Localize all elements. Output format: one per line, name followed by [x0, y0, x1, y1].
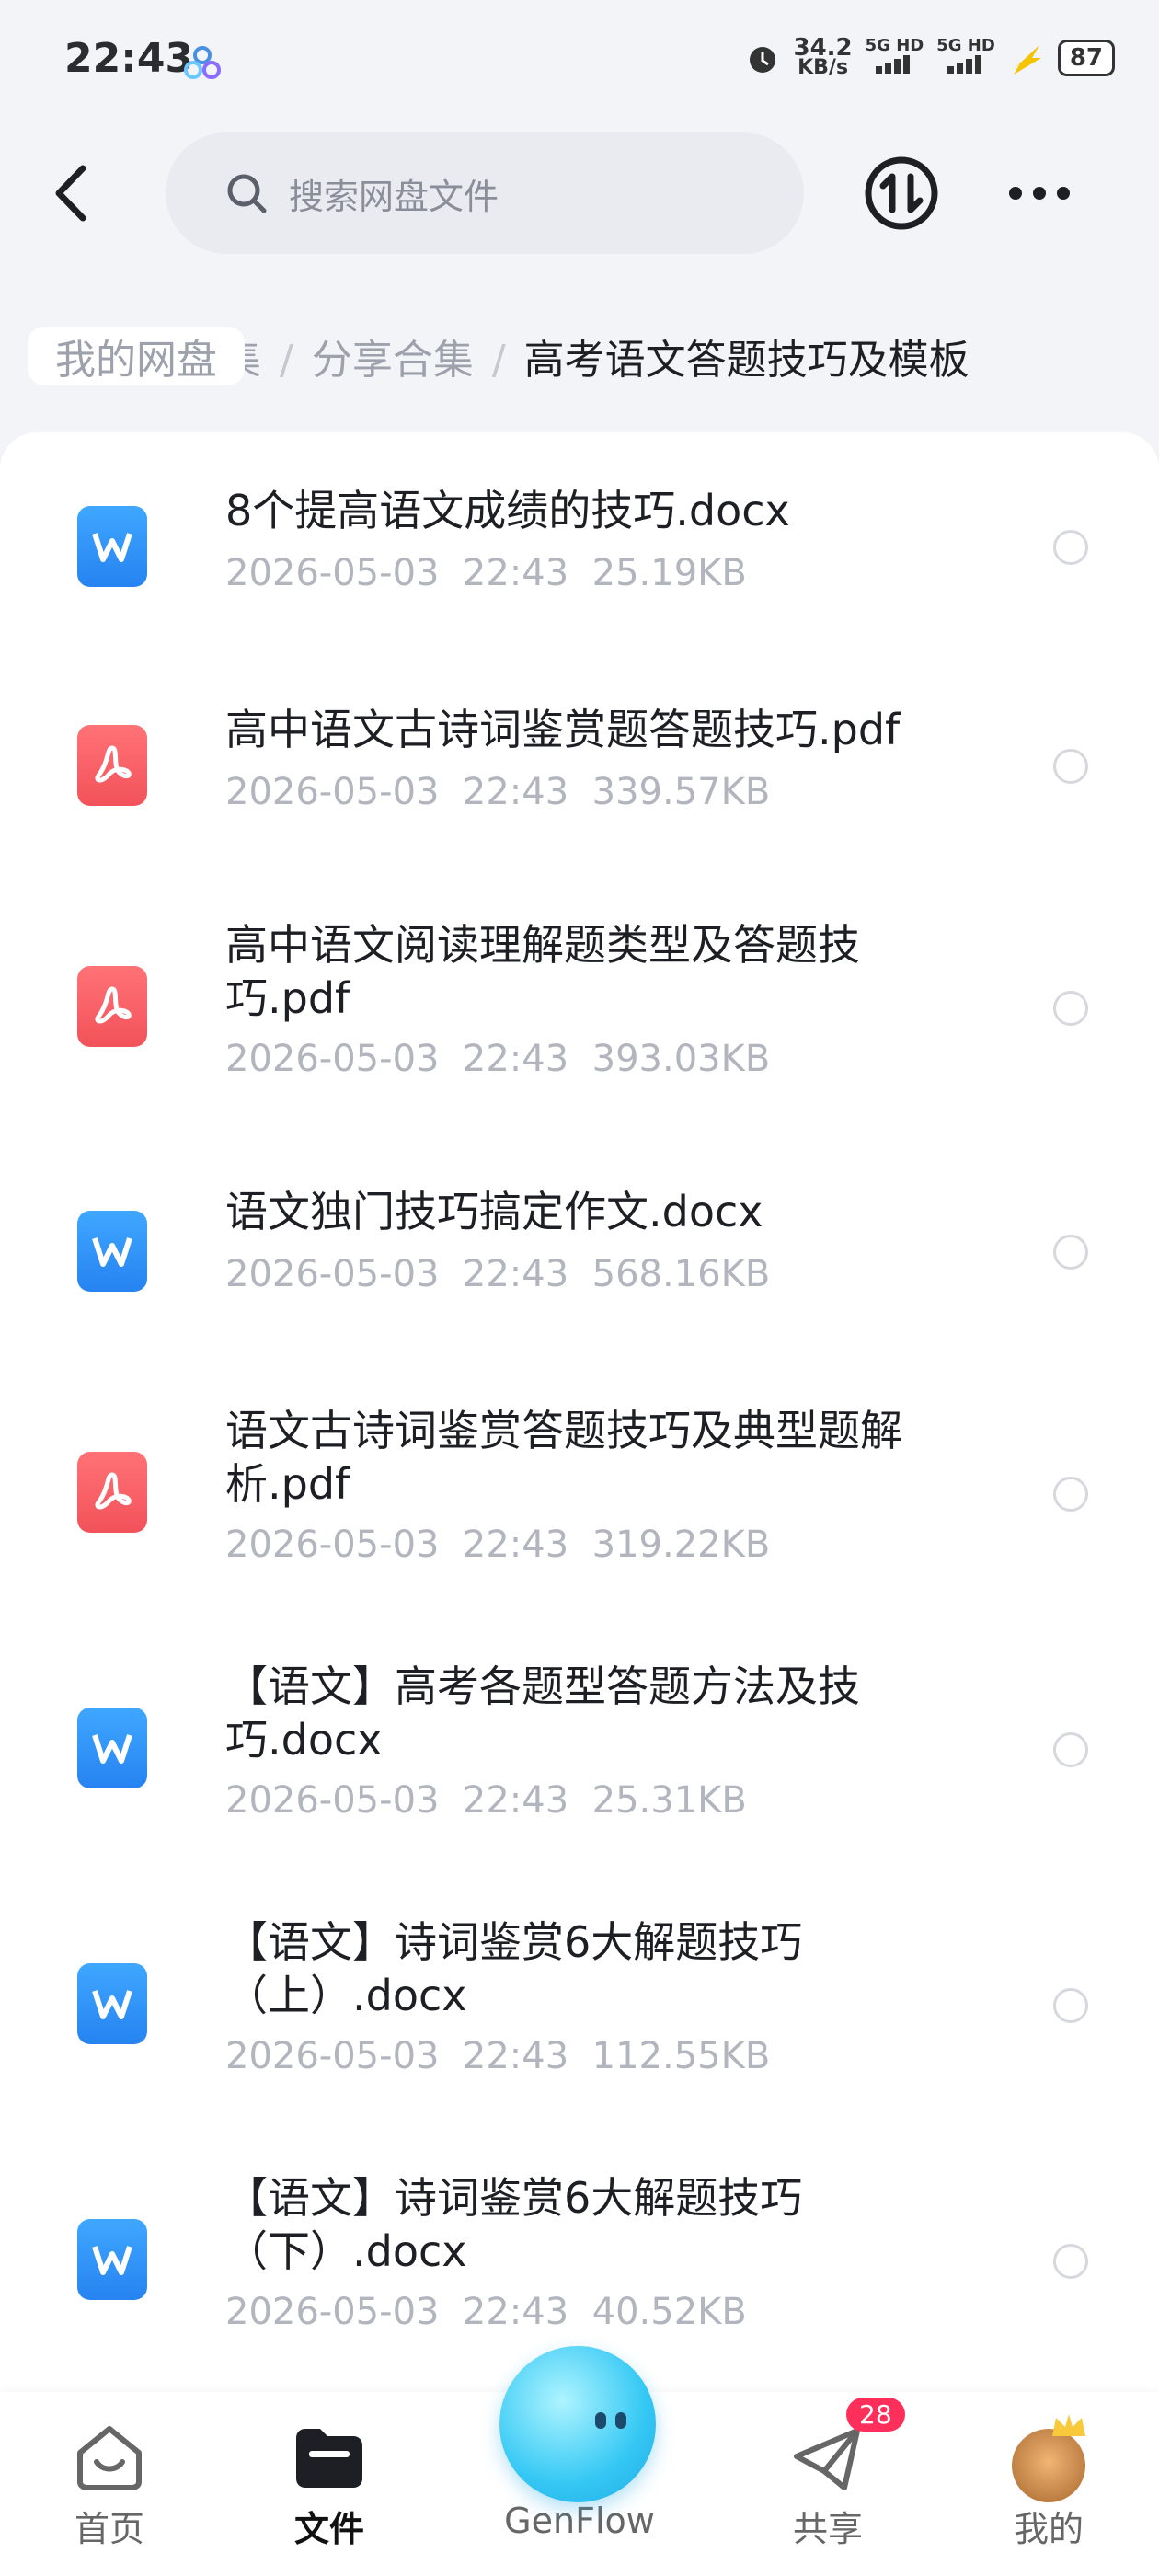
- file-list: 8个提高语文成绩的技巧.docx 2026-05-03 22:43 25.19K…: [0, 432, 1159, 2392]
- paper-plane-icon: [794, 2428, 860, 2490]
- home-icon: [77, 2426, 142, 2490]
- file-meta: 2026-05-03 22:43 568.16KB: [225, 1253, 771, 1295]
- pdf-file-icon: [77, 725, 147, 806]
- word-file-icon: [77, 1963, 147, 2044]
- select-radio[interactable]: [1053, 1235, 1088, 1270]
- crown-icon: [1052, 2414, 1085, 2436]
- breadcrumb: 我的网盘合集/分享合集/高考语文答题技巧及模板: [28, 327, 1159, 391]
- status-time: 22:43: [64, 35, 194, 82]
- file-meta: 2026-05-03 22:43 112.55KB: [225, 2035, 771, 2077]
- share-badge: 28: [846, 2398, 905, 2432]
- file-meta: 2026-05-03 22:43 319.22KB: [225, 1524, 771, 1566]
- word-file-icon: [77, 2219, 147, 2300]
- more-icon[interactable]: [1003, 175, 1076, 212]
- alarm-icon: [749, 46, 775, 73]
- select-radio[interactable]: [1053, 749, 1088, 784]
- breadcrumb-share[interactable]: 分享合集: [312, 337, 474, 384]
- select-radio[interactable]: [1053, 1732, 1088, 1767]
- file-name: 【语文】诗词鉴赏6大解题技巧（上）.docx: [225, 1917, 803, 2020]
- status-indicators: 34.2 KB/s 5G HD 5G HD 87: [744, 33, 1115, 79]
- select-radio[interactable]: [1053, 991, 1088, 1026]
- tab-genflow-label: GenFlow: [504, 2501, 655, 2541]
- tab-mine-label: 我的: [1013, 2509, 1084, 2549]
- network-speed: 34.2 KB/s: [793, 33, 853, 79]
- file-meta: 2026-05-03 22:43 25.19KB: [225, 552, 747, 594]
- file-meta: 2026-05-03 22:43 393.03KB: [225, 1038, 771, 1080]
- genflow-mascot-icon[interactable]: [499, 2346, 656, 2502]
- mascot-eye: [595, 2412, 606, 2429]
- signal-bars-icon: [947, 55, 982, 74]
- file-name: 语文独门技巧搞定作文.docx: [225, 1187, 763, 1236]
- search-input[interactable]: 搜索网盘文件: [166, 132, 804, 254]
- bottom-tab-bar: 首页 文件 GenFlow 共享 28 我的: [0, 2346, 1159, 2576]
- breadcrumb-separator: /: [491, 337, 506, 384]
- search-placeholder: 搜索网盘文件: [289, 176, 499, 217]
- select-radio[interactable]: [1053, 2244, 1088, 2279]
- battery-level: 87: [1057, 39, 1115, 76]
- tab-home[interactable]: 首页: [17, 2392, 201, 2576]
- word-file-icon: [77, 506, 147, 587]
- folder-icon: [296, 2429, 362, 2488]
- transfer-icon[interactable]: [863, 155, 940, 232]
- app-notification-icon: [184, 46, 221, 79]
- breadcrumb-current: 高考语文答题技巧及模板: [523, 337, 970, 384]
- tab-home-label: 首页: [74, 2509, 144, 2549]
- tab-files-label: 文件: [293, 2509, 364, 2549]
- signal-2: 5G HD: [936, 37, 995, 78]
- file-name: 高中语文古诗词鉴赏题答题技巧.pdf: [225, 705, 901, 754]
- tab-share-label: 共享: [792, 2509, 863, 2549]
- file-name: 8个提高语文成绩的技巧.docx: [225, 486, 790, 535]
- signal-1: 5G HD: [866, 37, 924, 78]
- charging-icon: [1011, 44, 1041, 75]
- select-radio[interactable]: [1053, 530, 1088, 565]
- file-name: 【语文】高考各题型答题方法及技巧.docx: [225, 1662, 860, 1765]
- status-bar: 22:43 34.2 KB/s 5G HD 5G HD 87: [0, 0, 1159, 120]
- breadcrumb-separator: /: [280, 337, 293, 384]
- top-bar: 搜索网盘文件: [0, 129, 1159, 258]
- file-meta: 2026-05-03 22:43 339.57KB: [225, 771, 771, 813]
- select-radio[interactable]: [1053, 1477, 1088, 1512]
- word-file-icon: [77, 1708, 147, 1788]
- breadcrumb-root[interactable]: 我的网盘: [28, 327, 245, 385]
- file-name: 语文古诗词鉴赏答题技巧及典型题解析.pdf: [225, 1406, 902, 1509]
- select-radio[interactable]: [1053, 1988, 1088, 2023]
- signal-bars-icon: [876, 55, 911, 74]
- word-file-icon: [77, 1211, 147, 1292]
- file-name: 【语文】诗词鉴赏6大解题技巧（下）.docx: [225, 2173, 803, 2276]
- tab-files[interactable]: 文件: [237, 2392, 421, 2576]
- mascot-eye: [615, 2412, 626, 2429]
- back-arrow-icon[interactable]: [46, 161, 101, 225]
- avatar[interactable]: [1012, 2414, 1085, 2502]
- search-icon: [227, 174, 267, 213]
- file-meta: 2026-05-03 22:43 40.52KB: [225, 2291, 747, 2333]
- pdf-file-icon: [77, 966, 147, 1047]
- pdf-file-icon: [77, 1452, 147, 1533]
- file-meta: 2026-05-03 22:43 25.31KB: [225, 1779, 747, 1822]
- file-name: 高中语文阅读理解题类型及答题技巧.pdf: [225, 920, 860, 1023]
